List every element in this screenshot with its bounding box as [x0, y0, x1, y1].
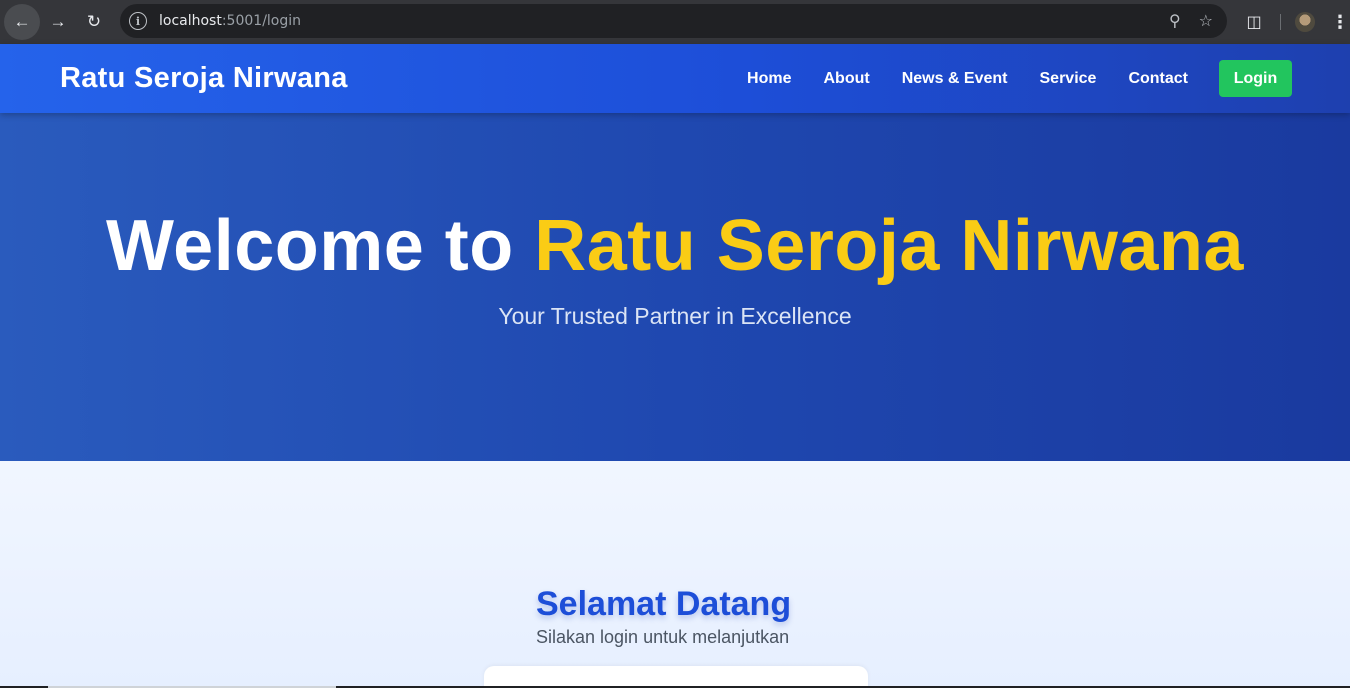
welcome-title: Selamat Datang — [536, 585, 792, 623]
site-header: Ratu Seroja Nirwana Home About News & Ev… — [0, 44, 1350, 113]
hero-subtitle: Your Trusted Partner in Excellence — [498, 303, 852, 329]
nav-home[interactable]: Home — [747, 70, 791, 88]
password-key-icon[interactable]: ⚲ — [1169, 11, 1181, 31]
nav-contact[interactable]: Contact — [1128, 70, 1188, 88]
menu-kebab-icon[interactable]: ⋮ — [1331, 12, 1349, 33]
url-path: :5001/login — [221, 13, 302, 29]
site-info-icon[interactable]: i — [129, 12, 147, 30]
main-nav: Home About News & Event Service Contact — [747, 44, 1188, 113]
browser-toolbar: ← → ↻ i localhost:5001/login ⚲ ☆ ◫ ⋮ — [0, 0, 1350, 44]
url-host: localhost — [159, 13, 222, 29]
url-text[interactable]: localhost:5001/login — [159, 13, 301, 29]
nav-news-event[interactable]: News & Event — [902, 70, 1008, 88]
brand-logo-text[interactable]: Ratu Seroja Nirwana — [60, 62, 348, 95]
hero-title-highlight: Ratu Seroja Nirwana — [534, 206, 1244, 286]
hero-section: Welcome to Ratu Seroja Nirwana Your Trus… — [0, 113, 1350, 461]
forward-arrow-icon[interactable]: → — [40, 4, 76, 40]
welcome-subtitle: Silakan login untuk melanjutkan — [536, 627, 790, 647]
profile-avatar[interactable] — [1295, 12, 1315, 32]
login-card — [484, 666, 868, 688]
login-section: Selamat Datang Silakan login untuk melan… — [0, 461, 1350, 688]
address-bar[interactable]: i localhost:5001/login ⚲ ☆ — [120, 4, 1227, 38]
nav-about[interactable]: About — [823, 70, 869, 88]
reload-icon[interactable]: ↻ — [76, 4, 112, 40]
toolbar-divider — [1280, 14, 1281, 30]
nav-service[interactable]: Service — [1040, 70, 1097, 88]
extensions-icon[interactable]: ◫ — [1240, 12, 1268, 32]
hero-title: Welcome to Ratu Seroja Nirwana — [0, 205, 1350, 287]
back-arrow-icon[interactable]: ← — [4, 4, 40, 40]
hero-title-prefix: Welcome to — [106, 206, 535, 286]
login-button[interactable]: Login — [1219, 60, 1292, 97]
bookmark-star-icon[interactable]: ☆ — [1199, 11, 1213, 31]
